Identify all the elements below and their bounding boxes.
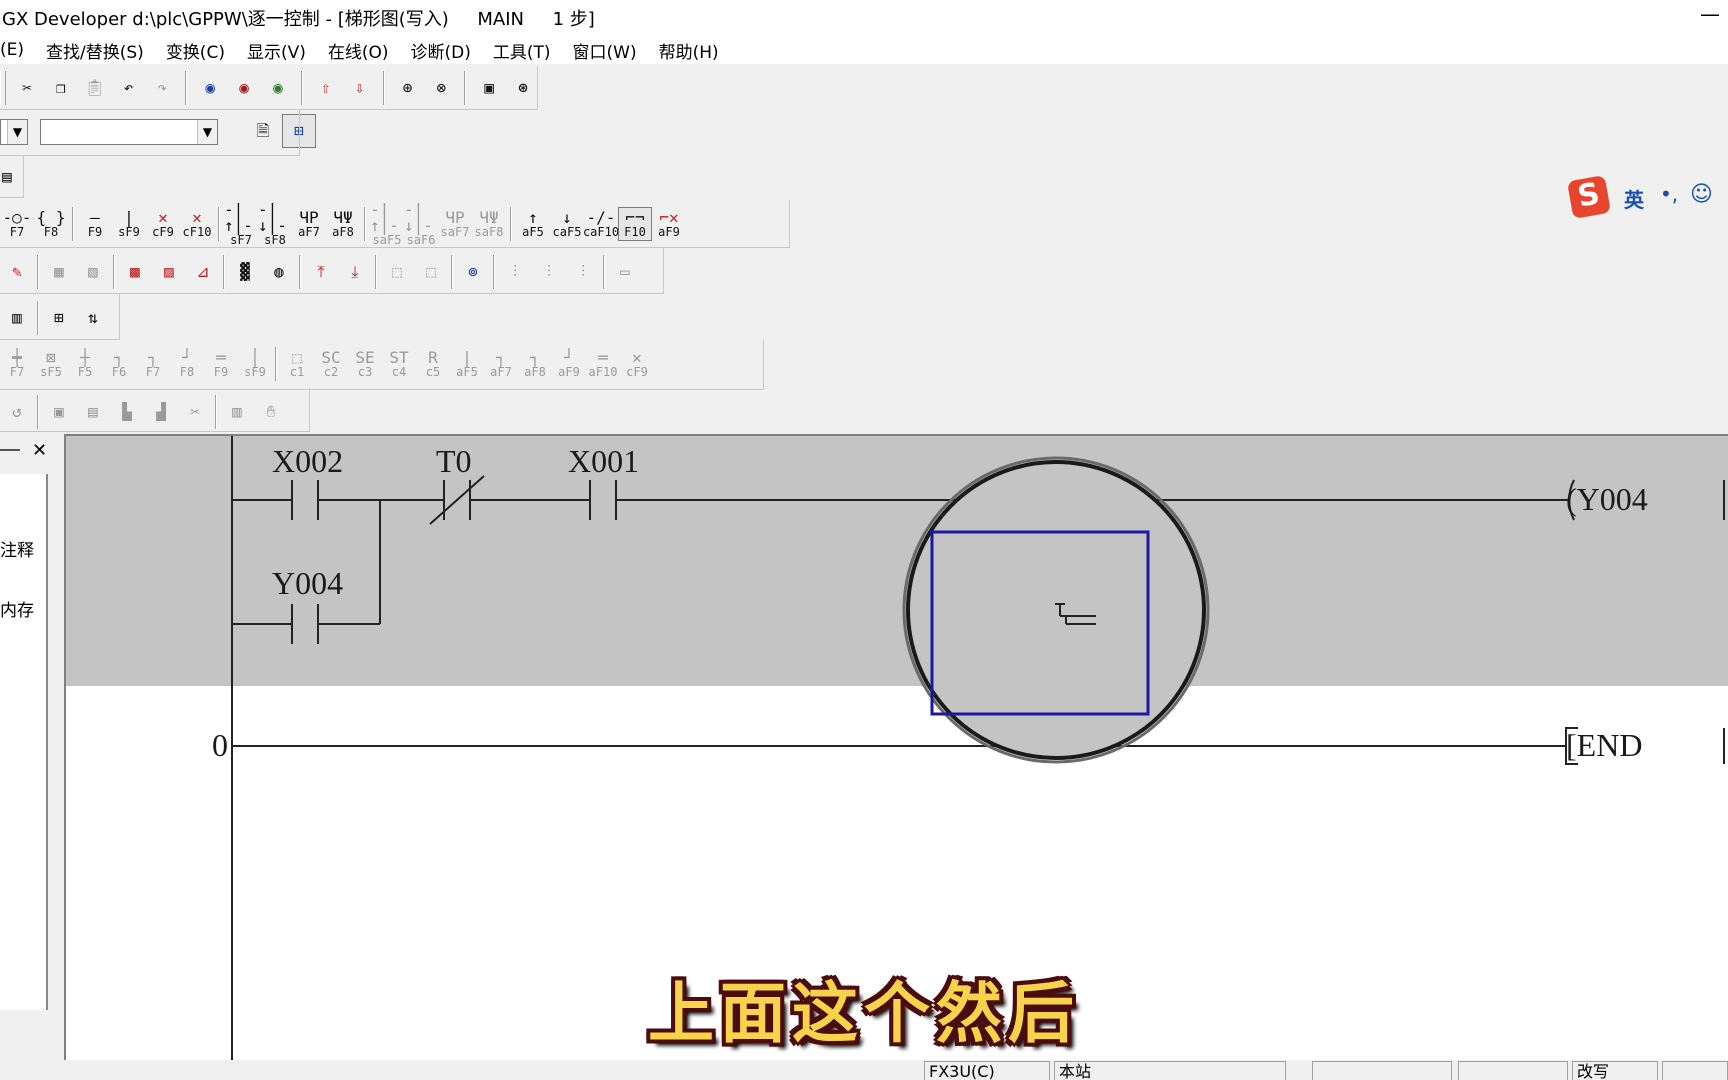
menu-online[interactable]: 在线(O) <box>317 38 400 63</box>
status-station: 本站 <box>1054 1061 1286 1080</box>
contact-label-x002: X002 <box>272 443 343 479</box>
tree-item-memory[interactable]: 内存 <box>0 596 34 621</box>
tree-item-comment[interactable]: 注释 <box>0 536 34 561</box>
status-cpu-type: FX3U(C) <box>924 1061 1050 1080</box>
menu-bar: (E) 查找/替换(S) 变换(C) 显示(V) 在线(O) 诊断(D) 工具(… <box>0 36 1728 64</box>
ime-emoji-icon[interactable]: ☺ <box>1690 182 1713 207</box>
menu-find-replace[interactable]: 查找/替换(S) <box>35 38 155 63</box>
coil-label-y004: (Y004 <box>1566 481 1648 517</box>
close-icon[interactable]: ✕ <box>32 440 47 461</box>
status-bar: FX3U(C) 本站 改写 <box>0 1060 1728 1080</box>
video-subtitle: 上面这个然后 <box>648 974 1080 1052</box>
menu-help[interactable]: 帮助(H) <box>648 38 730 63</box>
title-bar: GX Developer d:\plc\GPPW\逐一控制 - [梯形图(写入)… <box>0 0 1728 36</box>
minimize-icon[interactable]: — <box>1700 2 1720 26</box>
contact-label-t0: T0 <box>436 443 472 479</box>
step-number: 0 <box>212 727 228 763</box>
menu-view[interactable]: 显示(V) <box>236 38 317 63</box>
menu-tools[interactable]: 工具(T) <box>482 38 562 63</box>
menu-window[interactable]: 窗口(W) <box>562 38 648 63</box>
menu-convert[interactable]: 变换(C) <box>155 38 236 63</box>
sogou-logo-icon[interactable]: S <box>1566 174 1612 220</box>
ime-toolbar[interactable]: S 英 •, ☺ <box>1566 174 1728 220</box>
status-blank-2 <box>1458 1061 1568 1080</box>
contact-label-y004: Y004 <box>272 565 343 601</box>
contact-label-x001: X001 <box>568 443 639 479</box>
gx-developer-window: GX Developer d:\plc\GPPW\逐一控制 - [梯形图(写入)… <box>0 0 1728 1080</box>
window-title: GX Developer d:\plc\GPPW\逐一控制 - [梯形图(写入)… <box>2 9 595 30</box>
ime-mode-toggle[interactable]: 英 <box>1624 184 1644 213</box>
status-edit-mode: 改写 <box>1572 1061 1658 1080</box>
status-blank-3 <box>1662 1061 1728 1080</box>
project-panel: ✕ 注释 内存 <box>0 438 60 1028</box>
panel-dock-icon[interactable] <box>0 449 20 451</box>
end-instruction: [END <box>1566 727 1642 763</box>
ime-punct-toggle[interactable]: •, <box>1660 182 1678 206</box>
status-blank-1 <box>1312 1061 1452 1080</box>
menu-diagnostics[interactable]: 诊断(D) <box>400 38 482 63</box>
menu-edit[interactable]: (E) <box>0 40 35 60</box>
